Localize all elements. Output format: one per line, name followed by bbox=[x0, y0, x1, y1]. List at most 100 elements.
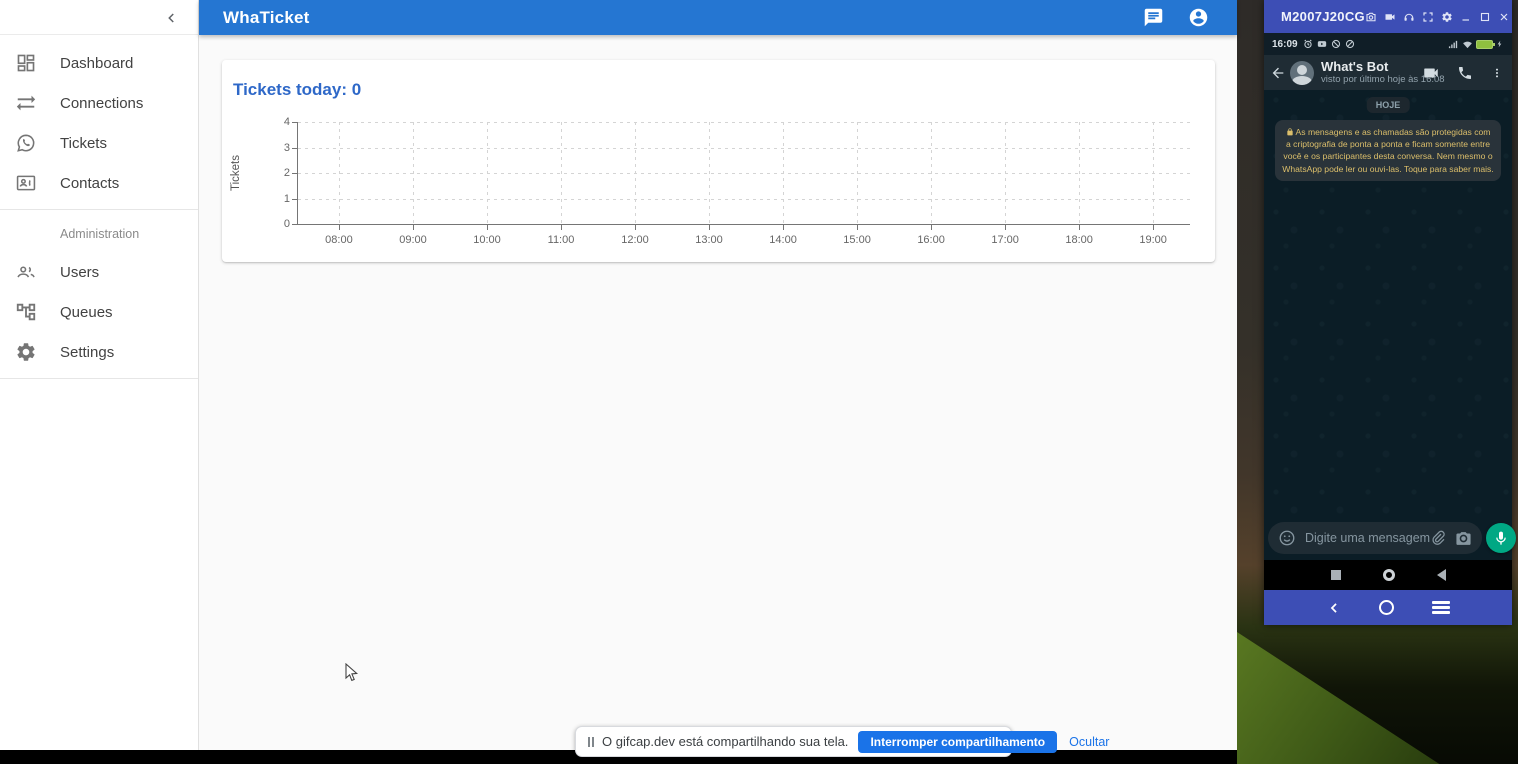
x-tick-label: 09:00 bbox=[399, 234, 427, 246]
gear-icon[interactable] bbox=[1441, 11, 1453, 23]
mic-button[interactable] bbox=[1486, 523, 1516, 553]
share-indicator-icon bbox=[588, 737, 594, 747]
back-button[interactable] bbox=[1437, 569, 1446, 581]
video-call-icon[interactable] bbox=[1422, 64, 1440, 82]
h-gridline bbox=[298, 148, 1190, 149]
contact-last-seen: visto por último hoje às 16:08 bbox=[1321, 75, 1422, 86]
encryption-notice[interactable]: As mensagens e as chamadas são protegida… bbox=[1275, 120, 1501, 181]
account-circle-icon[interactable] bbox=[1188, 7, 1209, 28]
y-tick-label: 4 bbox=[266, 116, 290, 128]
signal-icon bbox=[1448, 39, 1459, 50]
contact-avatar[interactable] bbox=[1290, 61, 1314, 85]
x-tick-mark bbox=[857, 225, 858, 230]
chart-title: Tickets today: 0 bbox=[233, 80, 361, 100]
android-nav-bar bbox=[1264, 560, 1512, 590]
fullscreen-icon[interactable] bbox=[1422, 11, 1434, 23]
sidebar-item-label: Queues bbox=[60, 304, 113, 321]
back-arrow-icon[interactable] bbox=[1270, 65, 1286, 81]
hide-share-bar-link[interactable]: Ocultar bbox=[1069, 735, 1109, 749]
x-tick-mark bbox=[339, 225, 340, 230]
chat-icon[interactable] bbox=[1143, 7, 1164, 28]
stop-sharing-button[interactable]: Interromper compartilhamento bbox=[858, 731, 1057, 753]
scrcpy-home-button[interactable] bbox=[1379, 600, 1394, 615]
alarm-icon bbox=[1303, 39, 1313, 49]
more-options-icon[interactable] bbox=[1490, 65, 1504, 81]
notification-circle-icon bbox=[1345, 39, 1355, 49]
scrcpy-menu-button[interactable] bbox=[1432, 601, 1450, 614]
x-tick-mark bbox=[783, 225, 784, 230]
h-gridline bbox=[298, 122, 1190, 123]
y-tick-mark bbox=[292, 224, 297, 225]
sidebar-item-dashboard[interactable]: Dashboard bbox=[0, 43, 198, 83]
contact-name: What's Bot bbox=[1321, 60, 1422, 75]
recents-button[interactable] bbox=[1331, 570, 1341, 580]
message-input[interactable]: Digite uma mensagem bbox=[1268, 522, 1482, 554]
sidebar-item-label: Users bbox=[60, 264, 99, 281]
message-placeholder: Digite uma mensagem bbox=[1305, 531, 1430, 545]
x-tick-mark bbox=[1005, 225, 1006, 230]
sidebar-item-queues[interactable]: Queues bbox=[0, 292, 198, 332]
app-header: WhaTicket bbox=[199, 0, 1237, 35]
y-tick-mark bbox=[292, 173, 297, 174]
screen-share-bar: O gifcap.dev está compartilhando sua tel… bbox=[575, 726, 1012, 757]
x-tick-label: 15:00 bbox=[843, 234, 871, 246]
whatsapp-icon bbox=[15, 132, 37, 154]
y-tick-mark bbox=[292, 199, 297, 200]
headset-icon[interactable] bbox=[1403, 11, 1415, 23]
scrcpy-back-button[interactable] bbox=[1327, 600, 1341, 616]
sidebar-item-label: Tickets bbox=[60, 135, 107, 152]
x-tick-label: 11:00 bbox=[548, 234, 575, 246]
h-gridline bbox=[298, 199, 1190, 200]
charging-bolt-icon bbox=[1496, 39, 1504, 49]
x-tick-mark bbox=[1153, 225, 1154, 230]
sidebar-toolbar bbox=[0, 0, 198, 35]
screen: Dashboard Connections Tickets Contacts A… bbox=[0, 0, 1518, 764]
collapse-drawer-button[interactable] bbox=[162, 9, 180, 27]
sidebar-item-users[interactable]: Users bbox=[0, 252, 198, 292]
x-tick-mark bbox=[561, 225, 562, 230]
sidebar-item-settings[interactable]: Settings bbox=[0, 332, 198, 372]
home-button[interactable] bbox=[1383, 569, 1395, 581]
sidebar-divider bbox=[0, 209, 198, 210]
minimize-icon[interactable] bbox=[1460, 11, 1472, 23]
camera-icon[interactable] bbox=[1365, 11, 1377, 23]
scrcpy-titlebar[interactable]: M2007J20CG bbox=[1264, 0, 1512, 33]
y-tick-mark bbox=[292, 148, 297, 149]
contacts-icon bbox=[15, 172, 37, 194]
sidebar-item-contacts[interactable]: Contacts bbox=[0, 163, 198, 203]
connections-icon bbox=[15, 92, 37, 114]
settings-icon bbox=[15, 341, 37, 363]
camera-icon[interactable] bbox=[1455, 530, 1472, 547]
sidebar-item-label: Settings bbox=[60, 344, 114, 361]
y-tick-mark bbox=[292, 122, 297, 123]
sidebar: Dashboard Connections Tickets Contacts A… bbox=[0, 0, 199, 750]
x-tick-label: 12:00 bbox=[621, 234, 649, 246]
x-tick-mark bbox=[487, 225, 488, 230]
users-icon bbox=[15, 261, 37, 283]
sidebar-item-tickets[interactable]: Tickets bbox=[0, 123, 198, 163]
x-tick-label: 16:00 bbox=[917, 234, 945, 246]
x-tick-mark bbox=[931, 225, 932, 230]
emoji-icon[interactable] bbox=[1278, 529, 1296, 547]
whatsapp-chat-area: HOJE As mensagens e as chamadas são prot… bbox=[1264, 90, 1512, 560]
attach-icon[interactable] bbox=[1430, 530, 1446, 546]
voice-call-icon[interactable] bbox=[1457, 65, 1473, 81]
status-time: 16:09 bbox=[1272, 39, 1298, 50]
x-tick-label: 14:00 bbox=[769, 234, 797, 246]
contact-info[interactable]: What's Bot visto por último hoje às 16:0… bbox=[1321, 60, 1422, 86]
app-title: WhaTicket bbox=[223, 8, 310, 28]
scrcpy-nav-bar bbox=[1264, 590, 1512, 625]
message-input-row: Digite uma mensagem bbox=[1268, 522, 1508, 554]
x-tick-label: 08:00 bbox=[325, 234, 353, 246]
chart-plot: 08:0009:0010:0011:0012:0013:0014:0015:00… bbox=[297, 122, 1190, 225]
videocam-icon[interactable] bbox=[1384, 11, 1396, 23]
x-tick-mark bbox=[413, 225, 414, 230]
sidebar-section-label: Administration bbox=[0, 216, 198, 252]
sidebar-item-connections[interactable]: Connections bbox=[0, 83, 198, 123]
lock-icon bbox=[1286, 128, 1294, 136]
maximize-icon[interactable] bbox=[1479, 11, 1491, 23]
y-tick-label: 0 bbox=[266, 218, 290, 230]
sidebar-divider bbox=[0, 378, 198, 379]
close-icon[interactable] bbox=[1498, 11, 1510, 23]
x-tick-mark bbox=[635, 225, 636, 230]
